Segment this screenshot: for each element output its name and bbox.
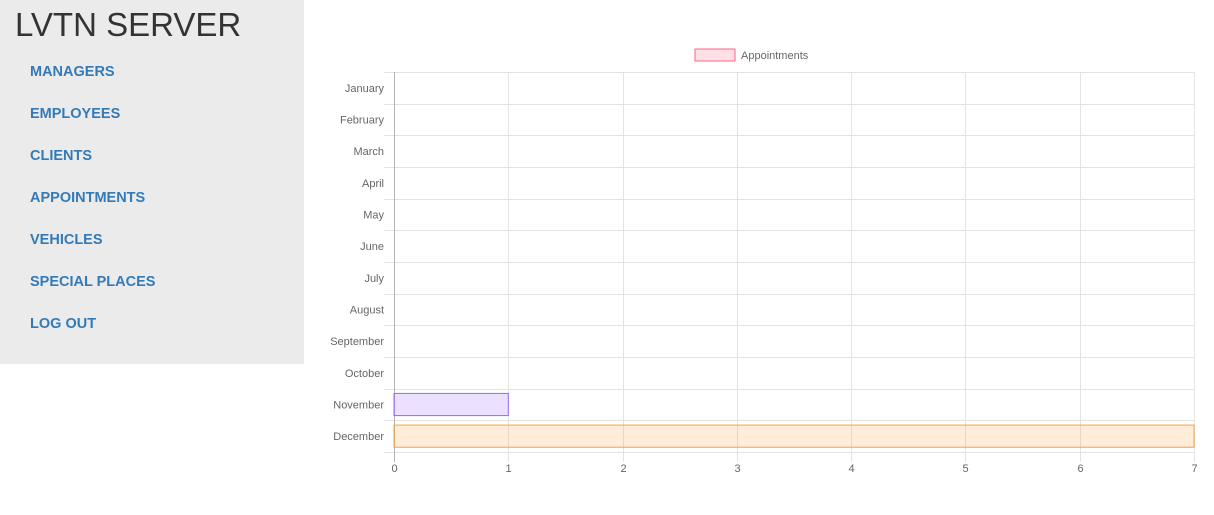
y-tick-label: September xyxy=(330,336,384,348)
y-tick-label: October xyxy=(345,368,384,380)
y-tick-label: March xyxy=(353,146,384,158)
y-tick-label: April xyxy=(362,178,384,190)
x-tick-label: 7 xyxy=(1191,463,1197,475)
x-tick-label: 0 xyxy=(391,463,397,475)
y-tick-label: June xyxy=(360,241,384,253)
x-tick-label: 5 xyxy=(962,463,968,475)
y-tick-label: February xyxy=(340,115,385,127)
x-tick-label: 6 xyxy=(1077,463,1083,475)
y-tick-label: May xyxy=(363,210,384,222)
bar xyxy=(393,392,509,417)
y-tick-label: July xyxy=(364,273,384,285)
y-tick-label: December xyxy=(333,431,384,443)
x-tick-label: 3 xyxy=(734,463,740,475)
y-tick-label: August xyxy=(350,305,384,317)
y-tick-label: November xyxy=(333,400,384,412)
legend-swatch xyxy=(694,48,736,62)
x-tick-label: 2 xyxy=(620,463,626,475)
x-tick-label: 1 xyxy=(505,463,511,475)
appointments-chart: 0 1 2 3 4 5 6 7 January February March April May June… xyxy=(330,48,1198,475)
x-tick-label: 4 xyxy=(848,463,854,475)
y-tick-label: January xyxy=(345,83,385,95)
legend-label: Appointments xyxy=(741,50,809,62)
bar xyxy=(393,424,1195,448)
